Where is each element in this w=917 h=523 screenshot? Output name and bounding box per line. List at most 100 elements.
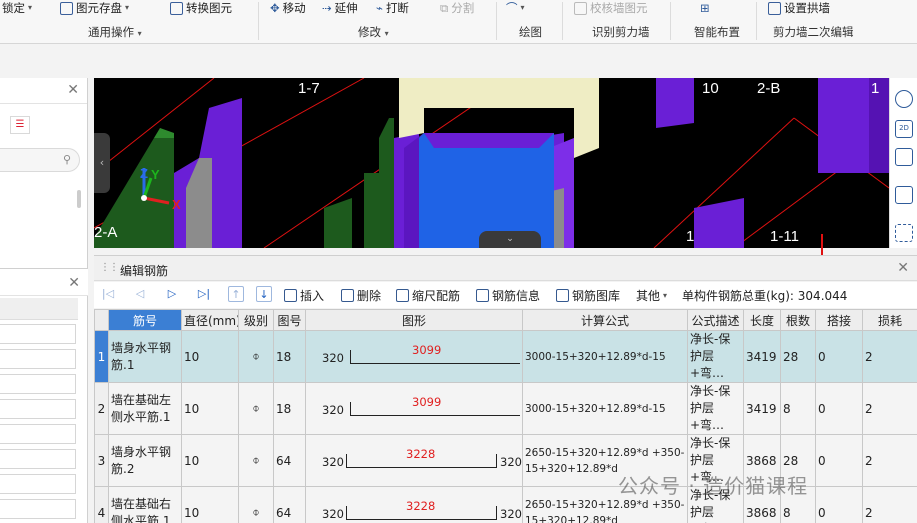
cell-shape[interactable]: 320 3228 320 <box>305 486 523 523</box>
property-row[interactable] <box>0 499 76 519</box>
column-header[interactable]: 级别 <box>238 309 274 331</box>
collapse-left-panel-button[interactable]: ‹ <box>94 133 110 193</box>
drag-grip-icon[interactable]: ⋮⋮ <box>100 262 119 273</box>
cell-name[interactable]: 墙身水平钢筋.1 <box>108 330 182 383</box>
cube-view-icon[interactable] <box>895 148 913 166</box>
cell-diameter[interactable]: 10 <box>181 330 239 383</box>
cell-lap[interactable]: 0 <box>815 382 863 435</box>
box-view-icon[interactable] <box>895 186 913 204</box>
scrollbar[interactable] <box>77 190 81 208</box>
first-record-icon[interactable]: |◁ <box>100 286 116 302</box>
ribbon-group-general[interactable]: 通用操作 ▾ <box>88 24 142 40</box>
extend-button[interactable]: ⇢ 延伸 <box>322 0 358 16</box>
close-icon[interactable]: ✕ <box>67 82 79 98</box>
column-header[interactable]: 直径(mm) <box>181 309 239 331</box>
cell-loss[interactable]: 2 <box>862 382 917 435</box>
cell-figure-no[interactable]: 18 <box>273 330 306 383</box>
rebar-library-button[interactable]: 钢筋图库 <box>556 287 620 304</box>
previous-record-icon[interactable]: ◁ <box>132 286 148 302</box>
insert-button[interactable]: 插入 <box>284 287 324 304</box>
other-menu-button[interactable]: 其他 ▾ <box>636 287 667 304</box>
cell-shape[interactable]: 320 3228 320 <box>305 434 523 487</box>
draw-arc-button[interactable]: ⌒ ▾ <box>506 0 525 16</box>
column-header[interactable]: 根数 <box>780 309 816 331</box>
row-number[interactable]: 4 <box>94 486 109 523</box>
set-bracket-button[interactable]: 设置拱墙 <box>768 0 830 16</box>
cell-length[interactable]: 3419 <box>743 330 781 383</box>
cell-formula[interactable]: 3000-15+320+12.89*d-15 <box>522 330 688 383</box>
cell-loss[interactable]: 2 <box>862 486 917 523</box>
property-row[interactable] <box>0 324 76 344</box>
lock-button[interactable]: 锁定 ▾ <box>2 0 32 16</box>
cell-grade[interactable]: ⌽ <box>238 382 274 435</box>
smart-layout-button[interactable]: ⊞ <box>700 0 710 16</box>
cell-lap[interactable]: 0 <box>815 330 863 383</box>
column-header[interactable]: 筋号 <box>108 309 182 331</box>
cell-count[interactable]: 8 <box>780 382 816 435</box>
cell-grade[interactable]: ⌽ <box>238 330 274 383</box>
cell-loss[interactable]: 2 <box>862 434 917 487</box>
view-2d-button[interactable]: 2D <box>895 120 913 138</box>
column-header[interactable]: 公式描述 <box>687 309 744 331</box>
column-header[interactable]: 长度 <box>743 309 781 331</box>
cell-grade[interactable]: ⌽ <box>238 434 274 487</box>
table-row[interactable]: 2 墙在基础左侧水平筋.1 10 ⌽ 18 320 3099 3000-15+3… <box>94 382 917 435</box>
cell-formula-desc[interactable]: 净长-保护层+弯… <box>687 330 744 383</box>
cell-shape[interactable]: 320 3099 <box>305 382 523 435</box>
column-header[interactable]: 计算公式 <box>522 309 688 331</box>
ribbon-group-modify[interactable]: 修改 ▾ <box>358 24 389 40</box>
break-button[interactable]: ⌁ 打断 <box>376 0 409 16</box>
cell-length[interactable]: 3419 <box>743 382 781 435</box>
close-icon[interactable]: ✕ <box>68 275 80 291</box>
row-number[interactable]: 3 <box>94 434 109 487</box>
list-view-icon[interactable]: ☰ <box>10 116 30 134</box>
cell-grade[interactable]: ⌽ <box>238 486 274 523</box>
move-down-icon[interactable]: ↓ <box>256 286 272 302</box>
property-row[interactable] <box>0 374 76 394</box>
row-number[interactable]: 1 <box>94 330 109 383</box>
cell-lap[interactable]: 0 <box>815 486 863 523</box>
cell-name[interactable]: 墙身水平钢筋.2 <box>108 434 182 487</box>
cell-loss[interactable]: 2 <box>862 330 917 383</box>
split-button[interactable]: ⧉ 分割 <box>440 0 474 16</box>
row-number[interactable]: 2 <box>94 382 109 435</box>
cell-diameter[interactable]: 10 <box>181 434 239 487</box>
table-row[interactable]: 1 墙身水平钢筋.1 10 ⌽ 18 320 3099 3000-15+320+… <box>94 330 917 383</box>
cell-diameter[interactable]: 10 <box>181 382 239 435</box>
check-wall-element-button[interactable]: 校核墙图元 <box>574 0 648 16</box>
last-record-icon[interactable]: ▷| <box>196 286 212 302</box>
rebar-info-button[interactable]: 钢筋信息 <box>476 287 540 304</box>
delete-button[interactable]: 删除 <box>341 287 381 304</box>
cell-name[interactable]: 墙在基础左侧水平筋.1 <box>108 382 182 435</box>
column-header[interactable]: 搭接 <box>815 309 863 331</box>
move-up-icon[interactable]: ↑ <box>228 286 244 302</box>
cell-shape[interactable]: 320 3099 <box>305 330 523 383</box>
scale-config-button[interactable]: 缩尺配筋 <box>396 287 460 304</box>
column-header[interactable]: 图形 <box>305 309 523 331</box>
property-row[interactable] <box>0 424 76 444</box>
convert-element-button[interactable]: 转换图元 <box>170 0 232 16</box>
move-button[interactable]: ✥ 移动 <box>270 0 306 16</box>
element-save-button[interactable]: 图元存盘 ▾ <box>60 0 129 16</box>
column-header[interactable]: 图号 <box>273 309 306 331</box>
cell-count[interactable]: 28 <box>780 330 816 383</box>
next-record-icon[interactable]: ▷ <box>164 286 180 302</box>
close-icon[interactable]: ✕ <box>897 260 909 276</box>
cell-figure-no[interactable]: 64 <box>273 434 306 487</box>
search-input[interactable]: ⚲ <box>0 148 80 172</box>
cell-figure-no[interactable]: 18 <box>273 382 306 435</box>
cell-diameter[interactable]: 10 <box>181 486 239 523</box>
fullscreen-icon[interactable] <box>895 224 913 242</box>
property-row[interactable] <box>0 449 76 469</box>
property-row[interactable] <box>0 349 76 369</box>
cell-lap[interactable]: 0 <box>815 434 863 487</box>
cell-formula-desc[interactable]: 净长-保护层+弯… <box>687 382 744 435</box>
cell-formula[interactable]: 3000-15+320+12.89*d-15 <box>522 382 688 435</box>
property-row[interactable] <box>0 399 76 419</box>
rebar-editor-titlebar[interactable]: ⋮⋮ 编辑钢筋 ✕ <box>94 255 917 281</box>
cell-figure-no[interactable]: 64 <box>273 486 306 523</box>
cell-name[interactable]: 墙在基础右侧水平筋.1 <box>108 486 182 523</box>
collapse-editor-handle[interactable]: ⌄ <box>479 231 541 248</box>
property-row[interactable] <box>0 474 76 494</box>
column-header[interactable]: 损耗 <box>862 309 917 331</box>
